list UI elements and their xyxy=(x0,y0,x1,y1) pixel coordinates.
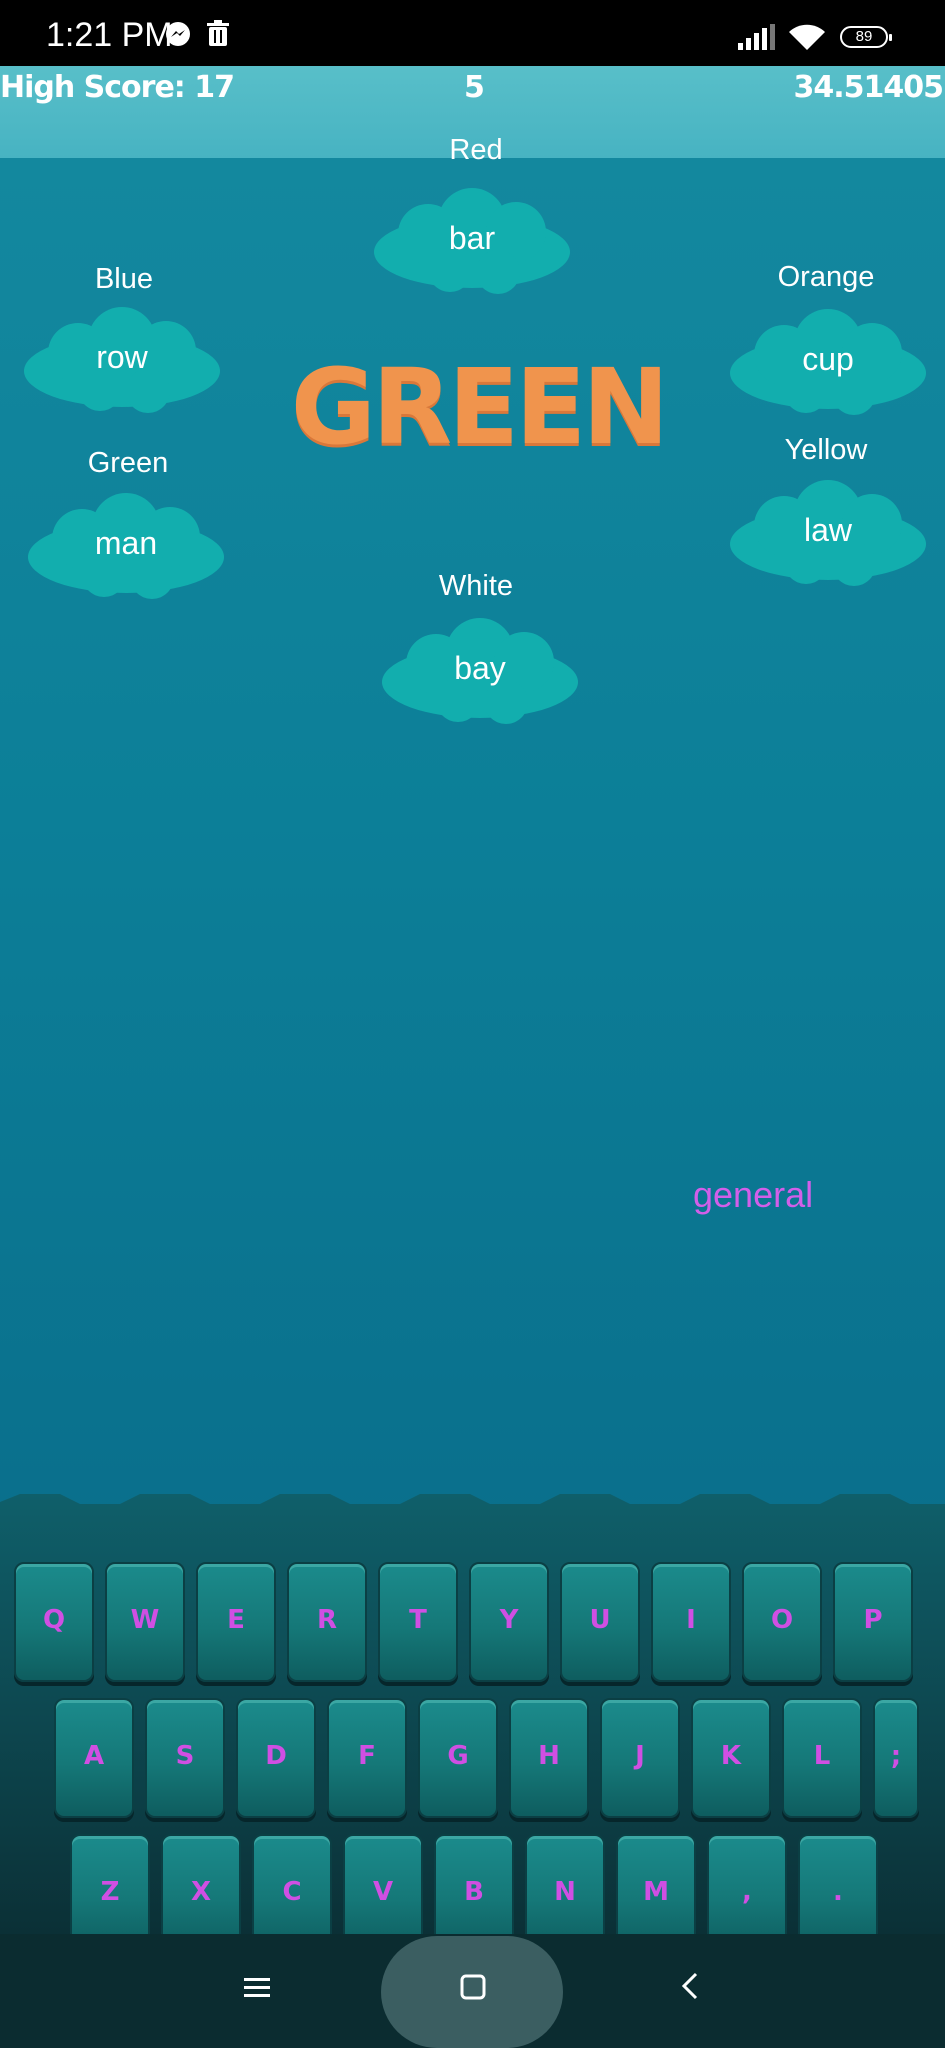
cloud-word: law xyxy=(803,512,852,548)
cloud-shape: bay xyxy=(378,616,582,726)
key-i[interactable]: I xyxy=(651,1562,731,1682)
status-bar: 1:21 PM 89 xyxy=(0,0,945,66)
key-u[interactable]: U xyxy=(560,1562,640,1682)
cloud-label: Orange xyxy=(777,261,875,293)
menu-icon[interactable] xyxy=(244,1970,270,2009)
cloud-word: row xyxy=(96,339,148,375)
key-y[interactable]: Y xyxy=(469,1562,549,1682)
high-score: High Score: 17 xyxy=(0,70,235,105)
status-time: 1:21 PM xyxy=(46,16,173,54)
messenger-icon xyxy=(164,20,192,53)
cloud-word: man xyxy=(94,525,158,561)
cloud-label: White xyxy=(438,570,514,602)
home-icon[interactable] xyxy=(460,1970,486,2009)
back-icon[interactable] xyxy=(680,1970,700,2009)
cloud-shape: man xyxy=(24,491,228,601)
battery-indicator: 89 xyxy=(840,26,892,48)
key-p[interactable]: P xyxy=(833,1562,913,1682)
key-r[interactable]: R xyxy=(287,1562,367,1682)
cloud-label: Green xyxy=(87,447,169,479)
key-a[interactable]: A xyxy=(54,1698,134,1818)
cloud-shape: bar xyxy=(370,186,574,296)
target-color-word: GREEN xyxy=(290,346,670,468)
trash-icon xyxy=(206,20,230,53)
key-semicolon[interactable]: ; xyxy=(873,1698,919,1818)
key-e[interactable]: E xyxy=(196,1562,276,1682)
cloud-word: bar xyxy=(448,220,496,256)
key-d[interactable]: D xyxy=(236,1698,316,1818)
key-s[interactable]: S xyxy=(145,1698,225,1818)
key-q[interactable]: Q xyxy=(14,1562,94,1682)
key-o[interactable]: O xyxy=(742,1562,822,1682)
level-indicator: 5 xyxy=(464,70,485,105)
cloud-shape: row xyxy=(20,305,224,415)
keyboard: Q W E R T Y U I O P A S D F G H J K L; Z X C V B N M,. xyxy=(0,1494,945,1954)
signal-icon xyxy=(738,24,778,55)
key-f[interactable]: F xyxy=(327,1698,407,1818)
cloud-word: cup xyxy=(802,341,854,377)
wifi-icon xyxy=(788,22,826,57)
cloud-shape: cup xyxy=(726,307,930,417)
key-w[interactable]: W xyxy=(105,1562,185,1682)
key-h[interactable]: H xyxy=(509,1698,589,1818)
key-l[interactable]: L xyxy=(782,1698,862,1818)
key-j[interactable]: J xyxy=(600,1698,680,1818)
navigation-bar xyxy=(0,1934,945,2048)
falling-word: general xyxy=(693,1174,814,1215)
cloud-label: Red xyxy=(449,134,503,166)
key-g[interactable]: G xyxy=(418,1698,498,1818)
key-k[interactable]: K xyxy=(691,1698,771,1818)
cloud-label: Blue xyxy=(94,263,154,295)
timer: 34.51405 xyxy=(793,70,944,105)
cloud-shape: law xyxy=(726,478,930,588)
game-screen: 1:21 PM 89 High Score: 17 5 34.51405 Red… xyxy=(0,0,945,2048)
cloud-word: bay xyxy=(454,650,506,686)
cloud-label: Yellow xyxy=(784,434,868,466)
key-t[interactable]: T xyxy=(378,1562,458,1682)
